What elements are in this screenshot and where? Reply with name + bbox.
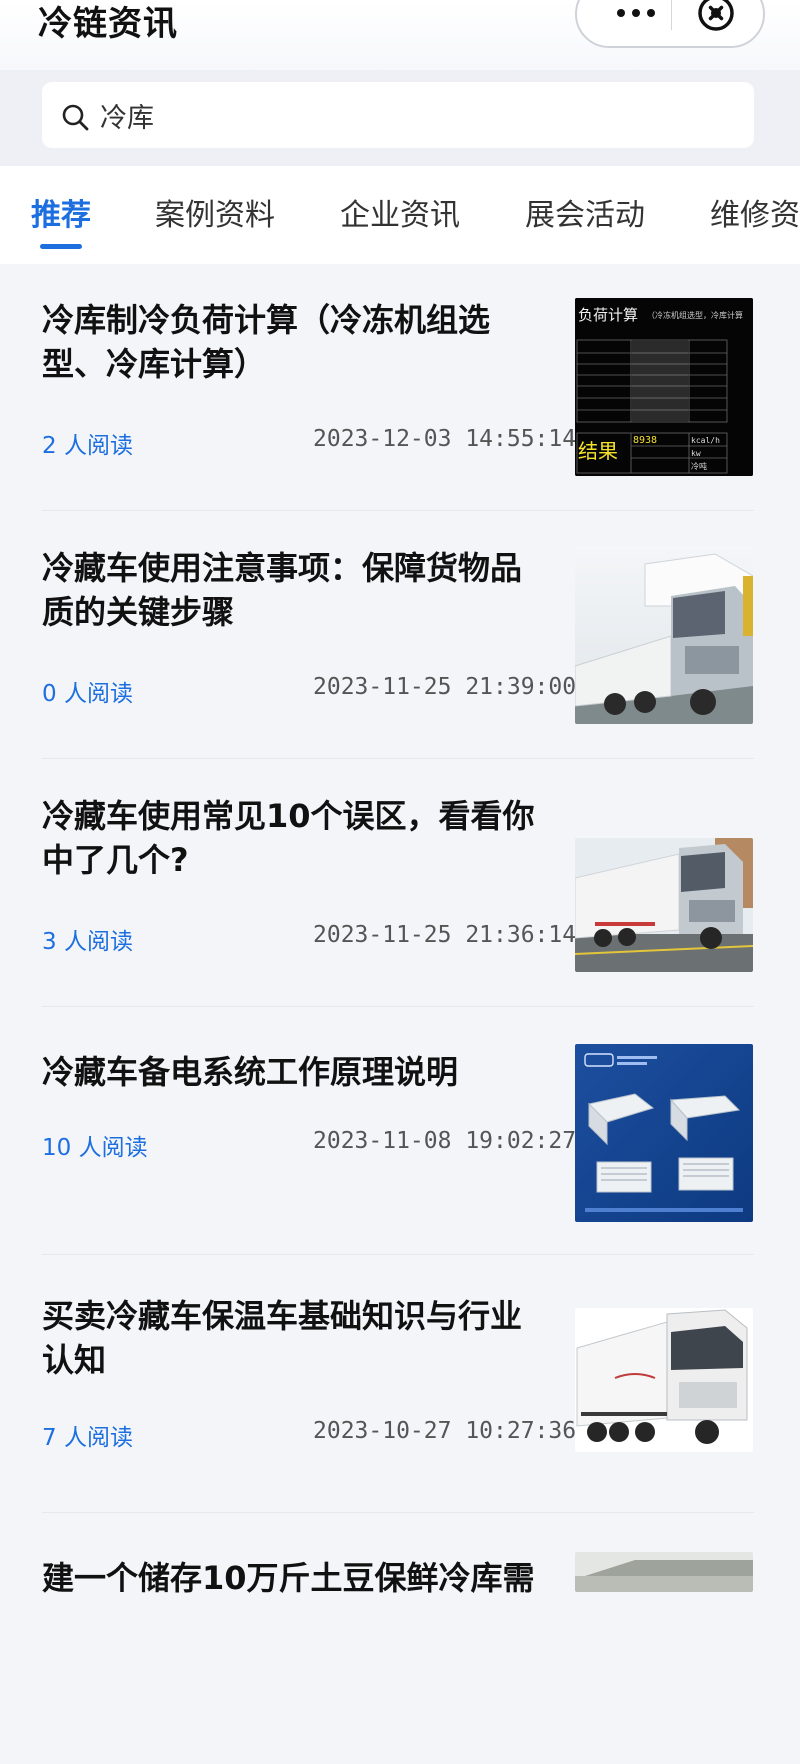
read-count: 2 人阅读 — [42, 433, 133, 459]
divider — [42, 1254, 754, 1255]
publish-date: 2023-11-25 21:39:00 — [313, 674, 577, 700]
nav-bar: 冷链资讯 — [0, 0, 800, 70]
list-item[interactable]: 冷藏车使用常见10个误区，看看你中了几个? 3 人阅读 2023-11-25 2… — [0, 760, 800, 1008]
more-icon[interactable] — [601, 0, 671, 28]
svg-text:kw: kw — [691, 449, 701, 458]
svg-text:8938: 8938 — [633, 435, 657, 446]
list-item[interactable]: 冷藏车使用注意事项：保障货物品质的关键步骤 0 人阅读 2023-11-25 2… — [0, 512, 800, 760]
article-title: 买卖冷藏车保温车基础知识与行业认知 — [42, 1297, 523, 1379]
search-icon — [60, 102, 90, 132]
tab-cases[interactable]: 案例资料 — [155, 190, 275, 234]
divider — [42, 510, 754, 511]
svg-text:kcal/h: kcal/h — [691, 436, 720, 445]
article-thumbnail — [575, 1308, 753, 1452]
list-item[interactable]: 买卖冷藏车保温车基础知识与行业认知 7 人阅读 2023-10-27 10:27… — [0, 1256, 800, 1516]
article-thumbnail: 负荷计算 （冷冻机组选型，冷库计算 结果 8938 kcal/h kw 冷吨 — [575, 298, 753, 476]
read-count: 3 人阅读 — [42, 929, 133, 955]
read-count: 10 人阅读 — [42, 1135, 148, 1161]
divider — [42, 1512, 754, 1513]
read-count: 0 人阅读 — [42, 681, 133, 707]
article-thumbnail — [575, 1044, 753, 1222]
list-item[interactable]: 建一个储存10万斤土豆保鲜冷库需 — [0, 1516, 800, 1764]
publish-date: 2023-12-03 14:55:14 — [313, 426, 577, 452]
list-item[interactable]: 冷藏车备电系统工作原理说明 10 人阅读 2023-11-08 19:02:27 — [0, 1008, 800, 1256]
capsule-divider — [671, 0, 672, 30]
article-thumbnail — [575, 1552, 753, 1592]
search-bar: 冷库 — [0, 70, 800, 166]
article-title: 冷藏车备电系统工作原理说明 — [42, 1053, 459, 1091]
tab-repair[interactable]: 维修资 — [710, 190, 800, 234]
article-title: 冷藏车使用注意事项：保障货物品质的关键步骤 — [42, 549, 523, 631]
tab-exhibitions[interactable]: 展会活动 — [525, 190, 645, 234]
svg-text:结果: 结果 — [578, 439, 618, 463]
article-thumbnail — [575, 838, 753, 972]
article-title: 冷藏车使用常见10个误区，看看你中了几个? — [42, 797, 535, 879]
svg-text:（冷冻机组选型，冷库计算: （冷冻机组选型，冷库计算 — [647, 310, 743, 320]
article-title: 冷库制冷负荷计算（冷冻机组选型、冷库计算） — [42, 301, 491, 383]
list-item[interactable]: 冷库制冷负荷计算（冷冻机组选型、冷库计算） 2 人阅读 2023-12-03 1… — [0, 264, 800, 512]
active-tab-indicator — [40, 244, 82, 249]
search-input[interactable]: 冷库 — [42, 82, 754, 148]
mini-program-capsule — [575, 0, 765, 48]
svg-text:冷吨: 冷吨 — [691, 461, 707, 471]
tab-company-news[interactable]: 企业资讯 — [340, 190, 460, 234]
close-icon[interactable] — [697, 0, 735, 32]
page-title: 冷链资讯 — [38, 4, 178, 44]
tab-recommend[interactable]: 推荐 — [31, 190, 91, 234]
article-title: 建一个储存10万斤土豆保鲜冷库需 — [42, 1559, 535, 1597]
category-tabs: 推荐 案例资料 企业资讯 展会活动 维修资 — [0, 166, 800, 264]
thumb-heading: 负荷计算 — [578, 306, 638, 324]
publish-date: 2023-11-08 19:02:27 — [313, 1128, 577, 1154]
divider — [42, 1006, 754, 1007]
search-query: 冷库 — [100, 103, 154, 134]
publish-date: 2023-10-27 10:27:36 — [313, 1418, 577, 1444]
article-thumbnail — [575, 546, 753, 724]
publish-date: 2023-11-25 21:36:14 — [313, 922, 577, 948]
divider — [42, 758, 754, 759]
read-count: 7 人阅读 — [42, 1425, 133, 1451]
